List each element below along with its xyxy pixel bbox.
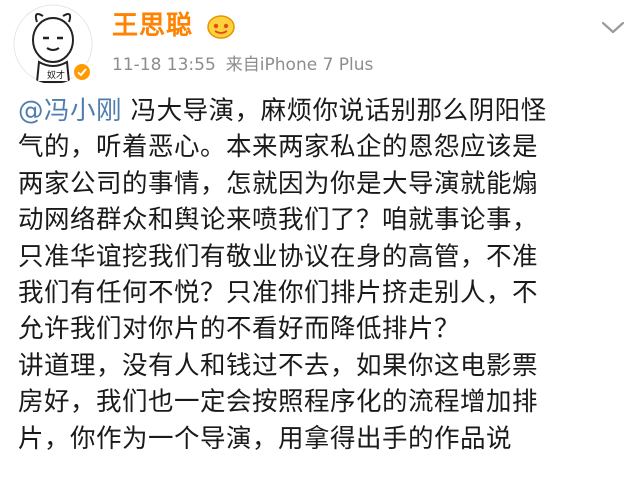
content-line: 我们有任何不悦？只准你们排片挤走别人，不 bbox=[18, 277, 539, 308]
content-line: 允许我们对你片的不看好而降低排片？ bbox=[18, 314, 461, 345]
weibo-post: 奴才 王思聪 11-18 13:55 来自iPhone 7 Plus @冯小刚 冯… bbox=[0, 0, 640, 497]
content-line: 只准华谊挖我们有敬业协议在身的高管，不准 bbox=[18, 241, 539, 272]
vip-crown-icon[interactable] bbox=[206, 13, 236, 39]
content-line: 两家公司的事情，怎就因为你是大导演就能煽 bbox=[18, 168, 539, 199]
post-source: 来自iPhone 7 Plus bbox=[225, 55, 374, 75]
content-line: 气的，听着恶心。本来两家私企的恩怨应该是 bbox=[18, 132, 539, 163]
content-line: 动网络群众和舆论来喷我们了？咱就事论事， bbox=[18, 205, 539, 236]
chevron-down-icon[interactable] bbox=[600, 20, 626, 36]
content-line: 房好，我们也一定会按照程序化的流程增加排 bbox=[18, 387, 539, 418]
username[interactable]: 王思聪 bbox=[112, 11, 193, 41]
timestamp: 11-18 13:55 bbox=[112, 55, 216, 75]
content-line: 讲道理，没有人和钱过不去，如果你这电影票 bbox=[18, 350, 539, 381]
content-line: 片，你作为一个导演，用拿得出手的作品说 bbox=[18, 423, 513, 454]
post-meta: 11-18 13:55 来自iPhone 7 Plus bbox=[112, 55, 373, 75]
verified-badge-icon bbox=[72, 62, 92, 82]
content-line: @冯小刚 冯大导演，麻烦你说话别那么阴阳怪 bbox=[18, 96, 547, 126]
post-content: @冯小刚 冯大导演，麻烦你说话别那么阴阳怪 气的，听着恶心。本来两家私企的恩怨应… bbox=[18, 93, 622, 457]
avatar-caption: 奴才 bbox=[47, 69, 65, 81]
mention-link[interactable]: @冯小刚 bbox=[18, 96, 122, 126]
